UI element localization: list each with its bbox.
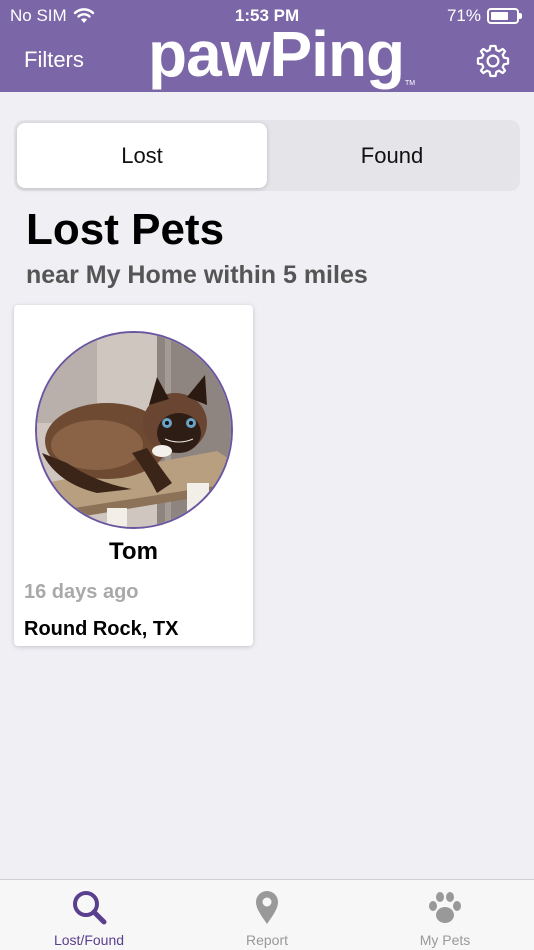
page-title: Lost Pets [26,205,225,254]
battery-percent: 71% [446,6,481,25]
battery-cap [519,13,522,19]
battery-level [491,12,509,20]
status-right: 71% [447,6,522,26]
tab-label: Lost/Found [53,932,125,948]
cat-photo-illustration [37,333,231,527]
app-header: No SIM 1:53 PM 71% Filters pawPing TM [0,0,534,92]
app-logo: pawPing [148,18,405,90]
location-pin-icon [256,891,278,924]
filters-button[interactable]: Filters [24,47,84,73]
search-icon [73,891,107,925]
tab-report[interactable]: Report [178,880,356,950]
segment-lost[interactable]: Lost [17,123,267,188]
pet-card[interactable]: Tom 16 days ago Round Rock, TX [14,305,253,646]
tab-bar: Lost/Found Report My Pets [0,879,534,950]
tab-label: My Pets [419,932,471,948]
pet-location: Round Rock, TX [24,618,179,640]
tab-my-pets[interactable]: My Pets [356,880,534,950]
tab-label: Report [245,932,289,948]
battery-icon [487,8,519,24]
pet-lost-age: 16 days ago [24,581,139,603]
pet-name: Tom [109,538,158,565]
lost-found-segmented-control: Lost Found [14,120,520,191]
pet-photo [35,331,233,529]
segment-found[interactable]: Found [267,123,517,188]
tab-lost-found[interactable]: Lost/Found [0,880,178,950]
trademark-mark: TM [405,80,416,87]
paw-icon [429,892,461,923]
page-subtitle: near My Home within 5 miles [26,261,368,289]
gear-icon[interactable] [474,42,512,80]
